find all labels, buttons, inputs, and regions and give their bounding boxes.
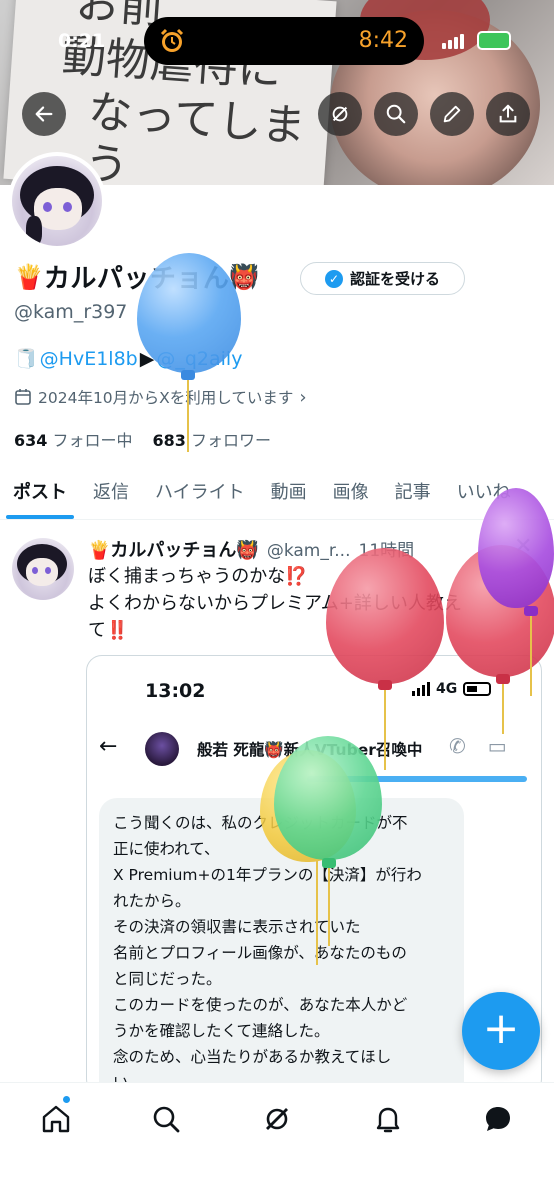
grok-icon — [332, 106, 348, 122]
calendar-icon — [15, 389, 31, 405]
home-icon — [42, 1105, 70, 1133]
message-line: うかを確認したくて連絡した。 — [113, 1022, 330, 1040]
followers-label: フォロワー — [191, 431, 272, 450]
bell-icon — [376, 1107, 400, 1133]
post-author-name[interactable]: 🍟カルパッチョん👹 — [88, 536, 259, 562]
fries-emoji: 🍟 — [14, 262, 44, 291]
message-line: X Premium+の1年プランの【決済】が行わ — [113, 866, 422, 884]
follow-stats: 634 フォロー中 683 フォロワー — [14, 427, 271, 451]
joined-text: 2024年10月からXを利用しています — [38, 389, 294, 407]
nav-search[interactable] — [146, 1099, 186, 1139]
post-line-1: ぼく捕まっちゃうのかな⁉️ — [88, 566, 308, 587]
message-line: 念のため、心当たりがあるか教えてほし — [113, 1048, 392, 1066]
chevron-right-icon: › — [299, 386, 307, 408]
tab-highlights[interactable]: ハイライト — [142, 462, 258, 519]
tab-photos[interactable]: 画像 — [320, 462, 382, 519]
signal-icon — [442, 34, 464, 49]
media-status-icons: 4G — [412, 681, 492, 697]
back-arrow-icon — [35, 106, 53, 122]
post-author-handle[interactable]: @kam_r... — [267, 541, 351, 561]
tab-replies[interactable]: 返信 — [80, 462, 142, 519]
verified-badge-icon: ✓ — [324, 269, 343, 288]
edit-button[interactable] — [430, 92, 474, 136]
message-line: れたから。 — [113, 892, 191, 910]
phone-icon: ✆ — [449, 734, 466, 758]
nav-grok[interactable] — [257, 1099, 297, 1139]
following-label: フォロー中 — [52, 431, 133, 450]
media-network: 4G — [436, 681, 458, 697]
bottom-navigation — [0, 1082, 554, 1200]
search-button[interactable] — [374, 92, 418, 136]
search-icon — [386, 104, 406, 124]
pencil-icon — [443, 105, 461, 123]
post-body[interactable]: ぼく捕まっちゃうのかな⁉️ よくわからないからプレミアム+詳しい人教え て‼️ — [88, 563, 508, 644]
post-avatar[interactable] — [12, 538, 74, 600]
island-timer: 8:42 — [358, 28, 408, 53]
profile-avatar[interactable] — [8, 152, 106, 250]
tab-posts[interactable]: ポスト — [0, 462, 80, 519]
media-battery-icon — [463, 682, 492, 696]
compose-post-button[interactable]: + — [462, 992, 540, 1070]
share-icon — [499, 104, 517, 123]
nav-home[interactable] — [36, 1099, 76, 1139]
dynamic-island: 8:42 — [144, 17, 424, 65]
bio-link-1[interactable]: @HvE1l8b — [40, 348, 138, 370]
share-button[interactable] — [486, 92, 530, 136]
message-line: と同じだった。 — [113, 970, 222, 988]
search-icon — [153, 1106, 180, 1133]
status-time: 0:21 — [58, 30, 106, 52]
message-line: その決済の領収書に表示されていた — [113, 918, 361, 936]
message-line: 名前とプロフィール画像が、あなたのもの — [113, 944, 407, 962]
following-link[interactable]: 634 フォロー中 — [14, 427, 133, 451]
media-chat-avatar — [145, 732, 179, 766]
media-back-icon: ← — [99, 734, 118, 759]
nav-notifications[interactable] — [368, 1099, 408, 1139]
battery-icon — [477, 31, 511, 50]
grok-icon — [266, 1108, 288, 1130]
media-status-time: 13:02 — [145, 680, 206, 702]
home-notification-dot — [62, 1095, 71, 1104]
tab-videos[interactable]: 動画 — [258, 462, 320, 519]
following-count: 634 — [14, 431, 48, 450]
banner-scrawl-3: なってしまう — [82, 86, 308, 185]
chat-bubble-icon — [486, 1107, 510, 1131]
profile-handle: @kam_r397 — [14, 301, 128, 323]
alarm-icon — [160, 28, 184, 52]
toilet-paper-emoji: 🧻 — [14, 348, 38, 370]
video-call-icon: ▭ — [487, 734, 507, 758]
media-call-icons: ✆ ▭ — [449, 734, 507, 758]
message-line: このカードを使ったのが、あなた本人かど — [113, 996, 408, 1014]
post-line-3: て‼️ — [88, 620, 129, 641]
nav-messages[interactable] — [478, 1099, 518, 1139]
profile-tabs: ポスト 返信 ハイライト 動画 画像 記事 いいね — [0, 462, 554, 520]
followers-count: 683 — [152, 431, 186, 450]
tab-articles[interactable]: 記事 — [382, 462, 444, 519]
back-button[interactable] — [22, 92, 66, 136]
grok-button[interactable] — [318, 92, 362, 136]
get-verified-label: 認証を受ける — [349, 270, 440, 288]
joined-date[interactable]: 2024年10月からXを利用しています › — [14, 386, 307, 408]
get-verified-button[interactable]: ✓ 認証を受ける — [300, 262, 465, 295]
media-signal-icon — [412, 682, 430, 696]
post-line-2: よくわからないからプレミアム+詳しい人教え — [88, 593, 462, 614]
followers-link[interactable]: 683 フォロワー — [153, 427, 272, 451]
